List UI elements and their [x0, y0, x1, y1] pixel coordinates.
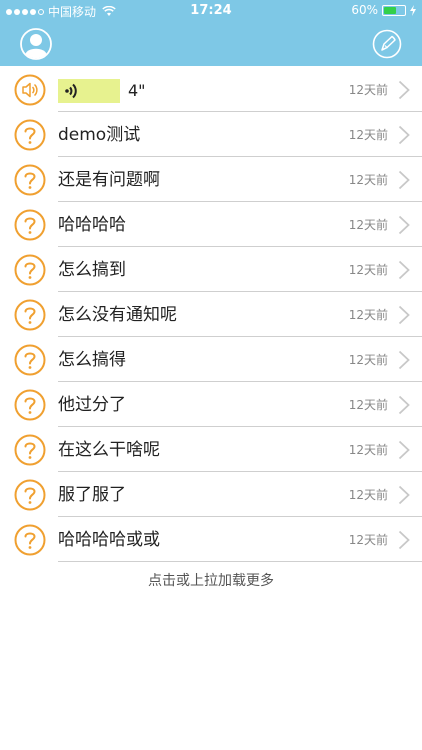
list-item[interactable]: demo测试 12天前: [0, 112, 422, 157]
question-icon: [14, 479, 46, 511]
list-item[interactable]: 哈哈哈哈 12天前: [0, 202, 422, 247]
question-icon: [14, 254, 46, 286]
voice-duration: 4": [128, 81, 146, 100]
voice-wave-icon: [65, 83, 77, 99]
chevron-right-icon: [398, 260, 410, 280]
item-title: 在这么干啥呢: [58, 440, 160, 460]
question-icon: [14, 119, 46, 151]
question-icon: [14, 209, 46, 241]
chevron-right-icon: [398, 485, 410, 505]
question-icon: [14, 524, 46, 556]
item-title: 哈哈哈哈或或: [58, 530, 160, 550]
battery-fill: [384, 6, 396, 14]
list-item[interactable]: 怎么搞到 12天前: [0, 247, 422, 292]
item-time: 12天前: [348, 173, 388, 187]
chevron-right-icon: [398, 80, 410, 100]
item-time: 12天前: [348, 488, 388, 502]
item-title: 他过分了: [58, 395, 126, 415]
list-item[interactable]: 哈哈哈哈或或 12天前: [0, 517, 422, 562]
item-time: 12天前: [348, 533, 388, 547]
avatar-icon[interactable]: [20, 28, 52, 60]
status-right: 60%: [351, 3, 416, 17]
item-title: demo测试: [58, 125, 141, 145]
item-title: 哈哈哈哈: [58, 215, 126, 235]
item-title: 还是有问题啊: [58, 170, 160, 190]
question-icon: [14, 434, 46, 466]
item-time: 12天前: [348, 128, 388, 142]
item-time: 12天前: [348, 83, 388, 97]
chevron-right-icon: [398, 395, 410, 415]
chevron-right-icon: [398, 530, 410, 550]
voice-bubble[interactable]: [58, 79, 120, 103]
question-icon: [14, 164, 46, 196]
chevron-right-icon: [398, 305, 410, 325]
edit-icon[interactable]: [372, 29, 402, 59]
chevron-right-icon: [398, 125, 410, 145]
item-time: 12天前: [348, 218, 388, 232]
question-icon: [14, 389, 46, 421]
chevron-right-icon: [398, 170, 410, 190]
status-bar: 中国移动 17:24 60%: [0, 0, 422, 22]
load-more-button[interactable]: 点击或上拉加载更多: [0, 570, 422, 590]
message-list: 4" 12天前 demo测试 12天前 还是有问题啊 12天前 哈哈哈哈 12天…: [0, 67, 422, 562]
list-item[interactable]: 他过分了 12天前: [0, 382, 422, 427]
row-divider: [58, 561, 422, 562]
item-time: 12天前: [348, 443, 388, 457]
question-icon: [14, 299, 46, 331]
list-item[interactable]: 怎么搞得 12天前: [0, 337, 422, 382]
battery-icon: [382, 4, 406, 16]
battery-percent: 60%: [351, 3, 378, 17]
question-icon: [14, 344, 46, 376]
item-time: 12天前: [348, 353, 388, 367]
item-title: 怎么搞到: [58, 260, 126, 280]
speaker-icon: [14, 74, 46, 106]
list-item[interactable]: 在这么干啥呢 12天前: [0, 427, 422, 472]
navigation-bar: [0, 22, 422, 66]
list-item[interactable]: 还是有问题啊 12天前: [0, 157, 422, 202]
charging-icon: [410, 4, 416, 16]
chevron-right-icon: [398, 215, 410, 235]
chevron-right-icon: [398, 350, 410, 370]
voice-message-row[interactable]: 4" 12天前: [0, 67, 422, 112]
item-time: 12天前: [348, 263, 388, 277]
list-item[interactable]: 服了服了 12天前: [0, 472, 422, 517]
item-title: 怎么搞得: [58, 350, 126, 370]
chevron-right-icon: [398, 440, 410, 460]
item-title: 服了服了: [58, 485, 126, 505]
item-time: 12天前: [348, 308, 388, 322]
list-item[interactable]: 怎么没有通知呢 12天前: [0, 292, 422, 337]
item-time: 12天前: [348, 398, 388, 412]
item-title: 怎么没有通知呢: [58, 305, 177, 325]
